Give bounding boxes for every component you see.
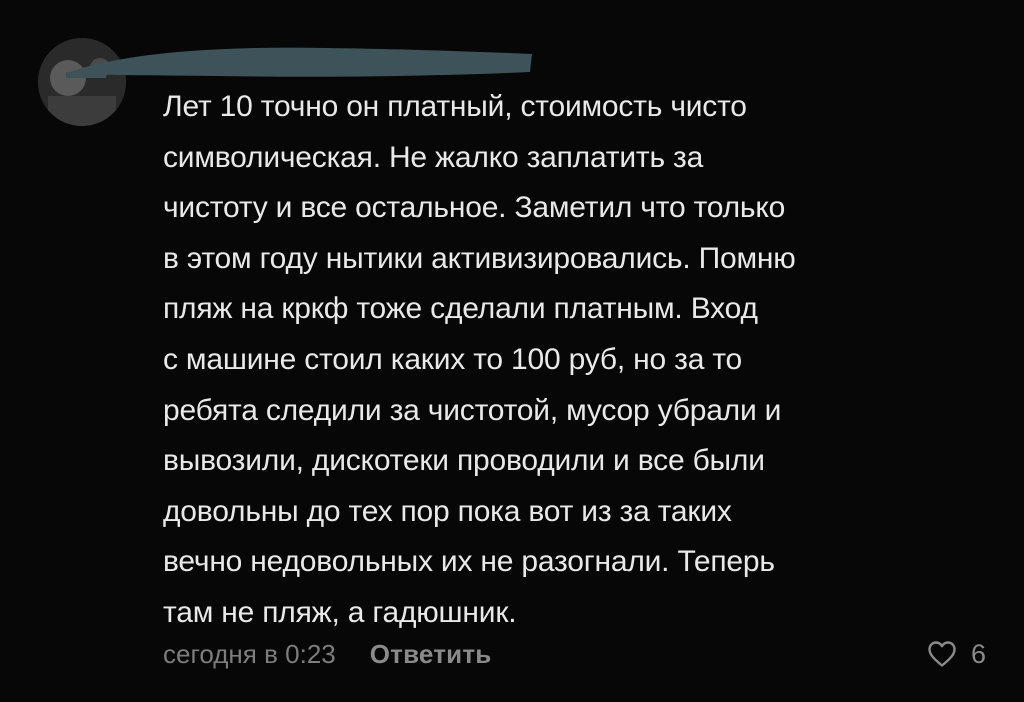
- comment-text: Лет 10 точно он платный, стоимость чисто…: [163, 90, 796, 629]
- like-button[interactable]: 6: [927, 634, 986, 674]
- timestamp: сегодня в 0:23: [163, 638, 336, 669]
- reply-button[interactable]: Ответить: [370, 639, 492, 670]
- author-name-redaction: [66, 47, 532, 78]
- comment-meta: сегодня в 0:23 Ответить: [163, 634, 491, 674]
- heart-outline-icon: [927, 640, 957, 668]
- comment-card: Лет 10 точно он платный, стоимость чисто…: [0, 0, 1024, 702]
- like-count: 6: [970, 638, 986, 669]
